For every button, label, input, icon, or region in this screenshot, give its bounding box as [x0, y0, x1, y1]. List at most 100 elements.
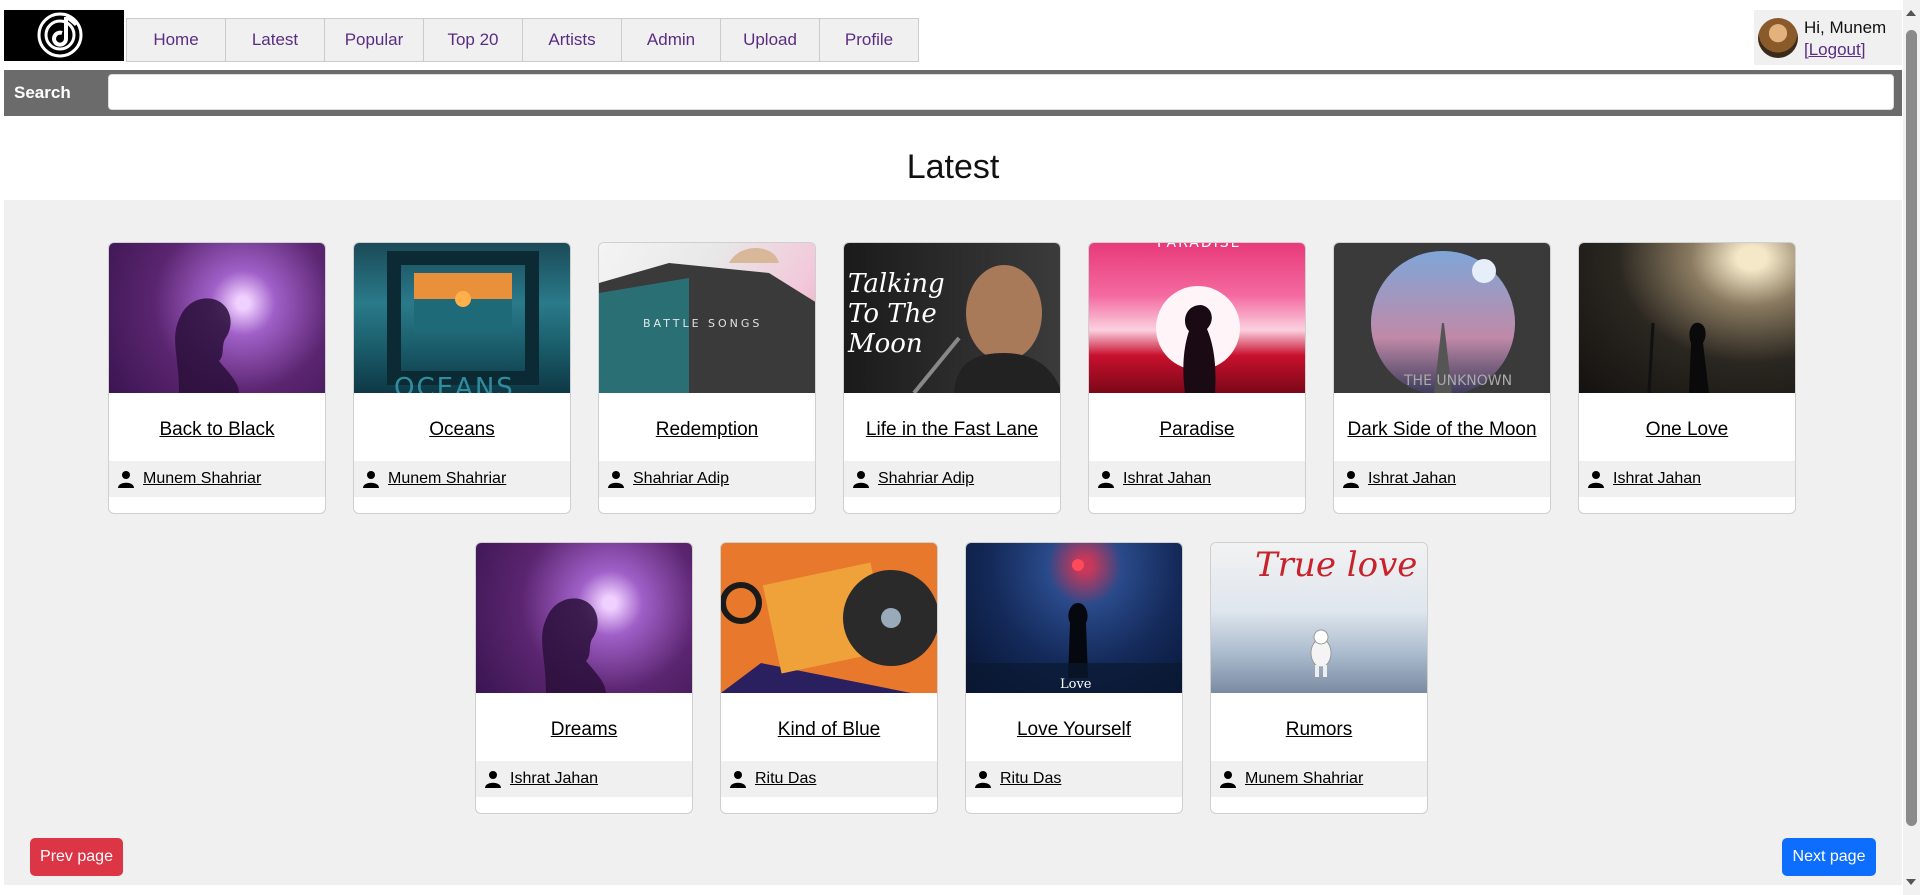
- artist-row: Shahriar Adip: [599, 461, 815, 497]
- cover-text: OCEANS: [394, 373, 515, 393]
- album-cover: True love: [1211, 543, 1427, 693]
- cover-text: PARADISE: [1157, 243, 1242, 251]
- person-icon: [1343, 471, 1359, 488]
- nav-profile[interactable]: Profile: [820, 19, 919, 61]
- artist-row: Munem Shahriar: [1211, 761, 1427, 797]
- artist-link[interactable]: Ishrat Jahan: [1123, 470, 1211, 488]
- artist-link[interactable]: Ritu Das: [1000, 770, 1061, 788]
- user-panel: Hi, Munem [Logout]: [1754, 10, 1902, 65]
- song-card[interactable]: OCEANS Oceans Munem Shahriar: [353, 242, 571, 514]
- song-card[interactable]: Kind of Blue Ritu Das: [720, 542, 938, 814]
- person-icon: [975, 771, 991, 788]
- search-bar: Search: [4, 70, 1902, 116]
- search-input[interactable]: [108, 74, 1894, 110]
- album-cover: THE UNKNOWN: [1334, 243, 1550, 393]
- artist-row: Ishrat Jahan: [1334, 461, 1550, 497]
- album-cover: [1579, 243, 1795, 393]
- song-card[interactable]: BATTLE SONGS Redemption Shahriar Adip: [598, 242, 816, 514]
- album-cover: OCEANS: [354, 243, 570, 393]
- album-cover: BATTLE SONGS: [599, 243, 815, 393]
- song-card[interactable]: Love Love Yourself Ritu Das: [965, 542, 1183, 814]
- song-card[interactable]: Back to Black Munem Shahriar: [108, 242, 326, 514]
- album-cover: [109, 243, 325, 393]
- nav-upload[interactable]: Upload: [721, 19, 820, 61]
- album-cover: Love: [966, 543, 1182, 693]
- song-card[interactable]: PARADISE Paradise Ishrat Jahan: [1088, 242, 1306, 514]
- song-title[interactable]: One Love: [1579, 419, 1795, 441]
- search-label: Search: [14, 83, 71, 102]
- top-nav: Home Latest Popular Top 20 Artists Admin…: [4, 10, 1902, 70]
- nav-home[interactable]: Home: [127, 19, 226, 61]
- song-title[interactable]: Dark Side of the Moon: [1334, 419, 1550, 441]
- song-grid: Back to Black Munem Shahriar OCEANS Ocea…: [4, 200, 1902, 885]
- person-icon: [1220, 771, 1236, 788]
- song-title[interactable]: Love Yourself: [966, 719, 1182, 741]
- nav-top-20[interactable]: Top 20: [424, 19, 523, 61]
- song-title[interactable]: Dreams: [476, 719, 692, 741]
- song-title[interactable]: Back to Black: [109, 419, 325, 441]
- cover-text: True love: [1255, 545, 1418, 585]
- cover-text: BATTLE SONGS: [643, 317, 763, 330]
- artist-row: Ritu Das: [966, 761, 1182, 797]
- artist-link[interactable]: Ishrat Jahan: [1368, 470, 1456, 488]
- artist-link[interactable]: Munem Shahriar: [143, 470, 261, 488]
- song-title[interactable]: Kind of Blue: [721, 719, 937, 741]
- nav-popular[interactable]: Popular: [325, 19, 424, 61]
- album-cover: [476, 543, 692, 693]
- artist-link[interactable]: Shahriar Adip: [633, 470, 729, 488]
- song-card[interactable]: True love Rumors Munem Shahriar: [1210, 542, 1428, 814]
- scroll-down-arrow-icon[interactable]: [1906, 879, 1916, 885]
- artist-link[interactable]: Ishrat Jahan: [1613, 470, 1701, 488]
- page: Home Latest Popular Top 20 Artists Admin…: [4, 10, 1902, 885]
- song-title[interactable]: Life in the Fast Lane: [844, 419, 1060, 441]
- album-cover: PARADISE: [1089, 243, 1305, 393]
- scrollbar-thumb[interactable]: [1906, 30, 1917, 826]
- avatar[interactable]: [1758, 18, 1798, 58]
- song-card[interactable]: THE UNKNOWN Dark Side of the Moon Ishrat…: [1333, 242, 1551, 514]
- person-icon: [608, 471, 624, 488]
- song-card[interactable]: Dreams Ishrat Jahan: [475, 542, 693, 814]
- nav-artists[interactable]: Artists: [523, 19, 622, 61]
- prev-page-button[interactable]: Prev page: [30, 838, 123, 876]
- song-title[interactable]: Redemption: [599, 419, 815, 441]
- artist-row: Ishrat Jahan: [1579, 461, 1795, 497]
- artist-row: Munem Shahriar: [109, 461, 325, 497]
- person-icon: [730, 771, 746, 788]
- song-title[interactable]: Paradise: [1089, 419, 1305, 441]
- artist-row: Ritu Das: [721, 761, 937, 797]
- user-greeting: Hi, Munem: [1804, 18, 1887, 37]
- artist-link[interactable]: Ritu Das: [755, 770, 816, 788]
- nav-admin[interactable]: Admin: [622, 19, 721, 61]
- song-card[interactable]: Talking To The Moon Life in the Fast Lan…: [843, 242, 1061, 514]
- song-title[interactable]: Rumors: [1211, 719, 1427, 741]
- album-cover: Talking To The Moon: [844, 243, 1060, 393]
- main-nav: Home Latest Popular Top 20 Artists Admin…: [126, 18, 919, 62]
- person-icon: [118, 471, 134, 488]
- artist-row: Munem Shahriar: [354, 461, 570, 497]
- album-cover: [721, 543, 937, 693]
- person-icon: [1588, 471, 1604, 488]
- page-title: Latest: [906, 148, 1000, 186]
- artist-row: Ishrat Jahan: [476, 761, 692, 797]
- cover-text: Love: [1060, 677, 1092, 692]
- person-icon: [1098, 471, 1114, 488]
- artist-link[interactable]: Ishrat Jahan: [510, 770, 598, 788]
- artist-link[interactable]: Shahriar Adip: [878, 470, 974, 488]
- artist-link[interactable]: Munem Shahriar: [388, 470, 506, 488]
- artist-row: Ishrat Jahan: [1089, 461, 1305, 497]
- cover-text: Talking To The Moon: [848, 269, 945, 359]
- song-card[interactable]: One Love Ishrat Jahan: [1578, 242, 1796, 514]
- nav-latest[interactable]: Latest: [226, 19, 325, 61]
- song-title[interactable]: Oceans: [354, 419, 570, 441]
- scroll-up-arrow-icon[interactable]: [1906, 10, 1916, 16]
- artist-link[interactable]: Munem Shahriar: [1245, 770, 1363, 788]
- artist-row: Shahriar Adip: [844, 461, 1060, 497]
- person-icon: [853, 471, 869, 488]
- logout-link[interactable]: [Logout]: [1804, 40, 1865, 60]
- site-logo[interactable]: [4, 10, 124, 61]
- person-icon: [363, 471, 379, 488]
- next-page-button[interactable]: Next page: [1782, 838, 1876, 876]
- scrollbar[interactable]: [1903, 0, 1920, 895]
- cover-text: THE UNKNOWN: [1404, 373, 1513, 389]
- person-icon: [485, 771, 501, 788]
